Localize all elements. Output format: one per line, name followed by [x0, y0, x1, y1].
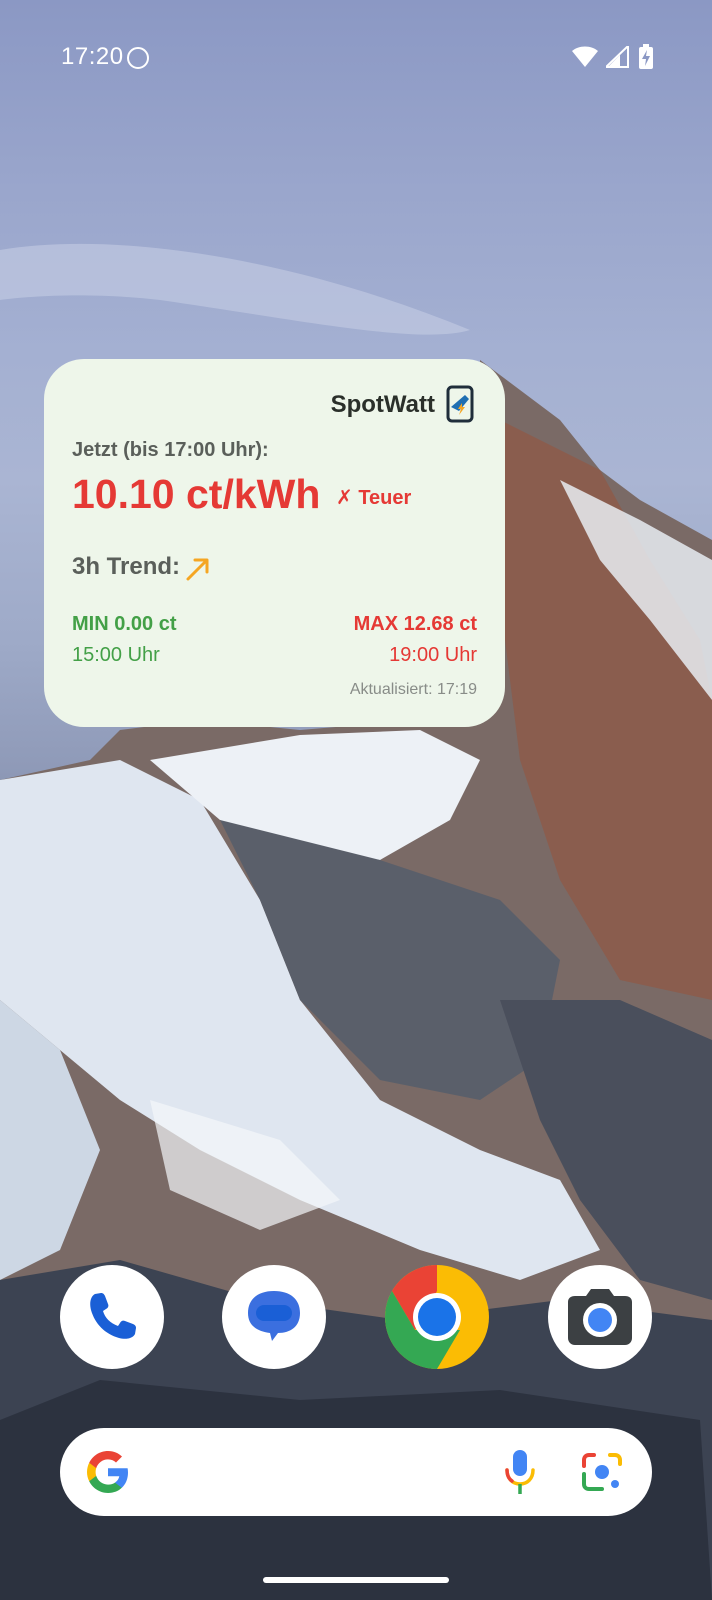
max-price: MAX 12.68 ct — [353, 613, 477, 635]
google-icon — [87, 1451, 128, 1493]
messages-icon — [248, 1291, 300, 1341]
spotwatt-widget[interactable]: SpotWatt Jetzt (bis 17:00 Uhr): 10.10 ct… — [44, 359, 505, 727]
wifi-icon — [572, 46, 598, 67]
chrome-app-button[interactable] — [385, 1265, 489, 1369]
camera-app-button[interactable] — [548, 1265, 652, 1369]
price-status-badge: ✗ Teuer — [336, 487, 412, 509]
battery-charging-icon — [639, 44, 653, 69]
min-time: 15:00 Uhr — [72, 644, 160, 666]
status-time: 17:20 — [61, 43, 124, 70]
messages-app-button[interactable] — [222, 1265, 326, 1369]
mic-icon[interactable] — [500, 1448, 540, 1496]
gesture-nav-handle[interactable] — [263, 1577, 449, 1583]
phone-app-button[interactable] — [60, 1265, 164, 1369]
lens-icon[interactable] — [580, 1450, 624, 1494]
current-price: 10.10 ct/kWh — [72, 471, 321, 517]
status-bar: 17:20 — [0, 0, 712, 116]
spotwatt-logo-icon — [446, 385, 474, 423]
now-label: Jetzt (bis 17:00 Uhr): — [72, 439, 269, 461]
arrow-up-right-icon — [186, 558, 209, 581]
widget-app-name: SpotWatt — [330, 391, 435, 418]
circle-notification-icon — [127, 47, 149, 69]
camera-icon — [568, 1289, 632, 1345]
updated-timestamp: Aktualisiert: 17:19 — [349, 681, 477, 698]
signal-icon — [606, 46, 629, 68]
phone-icon — [90, 1293, 136, 1339]
max-time: 19:00 Uhr — [389, 644, 477, 666]
trend-label: 3h Trend: — [72, 553, 181, 580]
google-search-bar[interactable] — [60, 1428, 652, 1516]
chrome-icon — [385, 1265, 489, 1369]
min-price: MIN 0.00 ct — [72, 613, 177, 635]
